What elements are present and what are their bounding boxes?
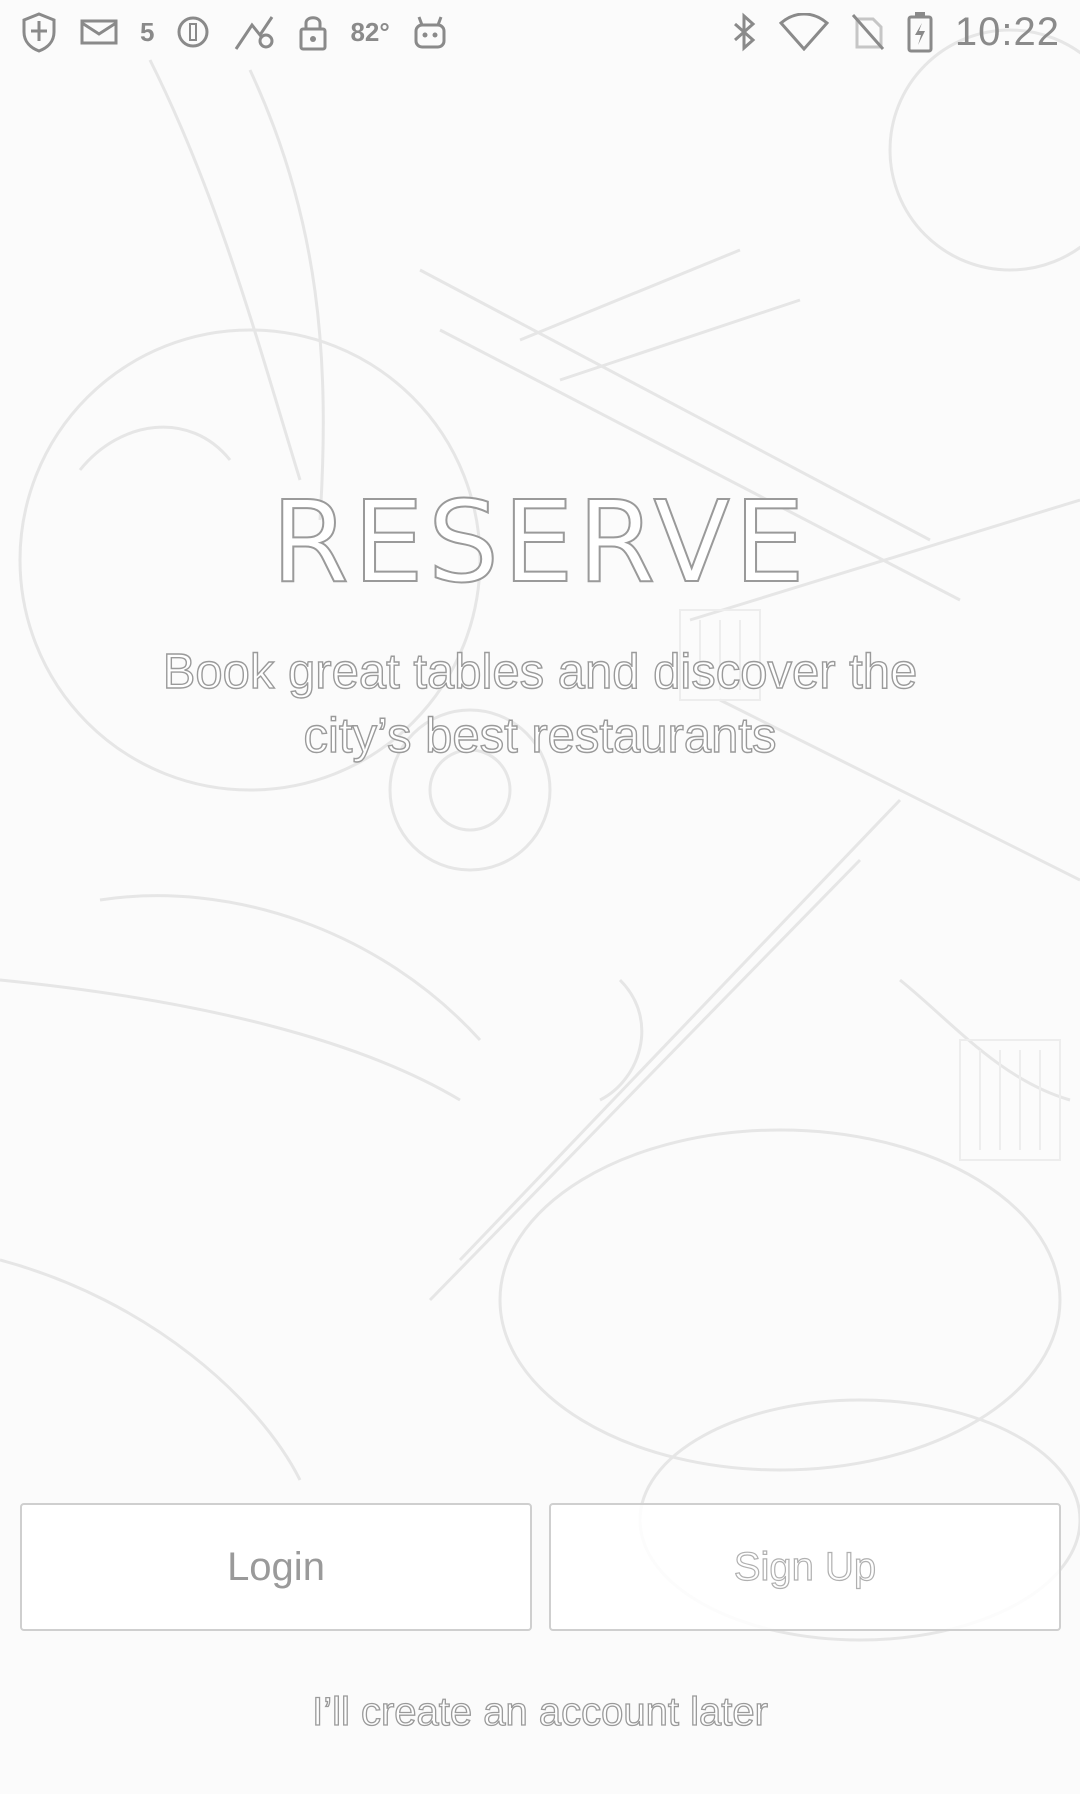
sign-up-button[interactable]: Sign Up <box>549 1503 1061 1631</box>
tagline: Book great tables and discover the city’… <box>60 640 1020 768</box>
wifi-icon <box>778 13 829 51</box>
android-icon <box>412 13 448 51</box>
battery-charging-icon <box>907 11 933 53</box>
status-bar: 5 82° 10:22 <box>0 0 1080 64</box>
login-button-label: Login <box>227 1544 325 1589</box>
tagline-line-1: Book great tables and discover the <box>162 644 918 699</box>
login-button[interactable]: Login <box>20 1503 532 1631</box>
bluetooth-icon <box>731 12 757 52</box>
no-sim-icon <box>851 13 885 51</box>
brand-title: RESERVE <box>270 477 809 609</box>
fake-gps-icon <box>232 11 276 53</box>
temperature-icon: 82° <box>350 16 390 47</box>
sign-up-button-label: Sign Up <box>733 1544 877 1589</box>
status-time: 10:22 <box>954 9 1060 54</box>
status-right-icons: 10:22 <box>731 10 1060 55</box>
shield-icon <box>20 11 58 53</box>
lock-icon <box>298 12 328 52</box>
tagline-line-2: city’s best restaurants <box>303 708 777 763</box>
mail-icon <box>80 17 118 47</box>
five-icon: 5 <box>140 16 155 47</box>
circle-icon <box>176 15 210 49</box>
create-account-later-link[interactable]: I’ll create an account later <box>0 1689 1080 1735</box>
status-left-icons: 5 82° <box>20 11 448 53</box>
